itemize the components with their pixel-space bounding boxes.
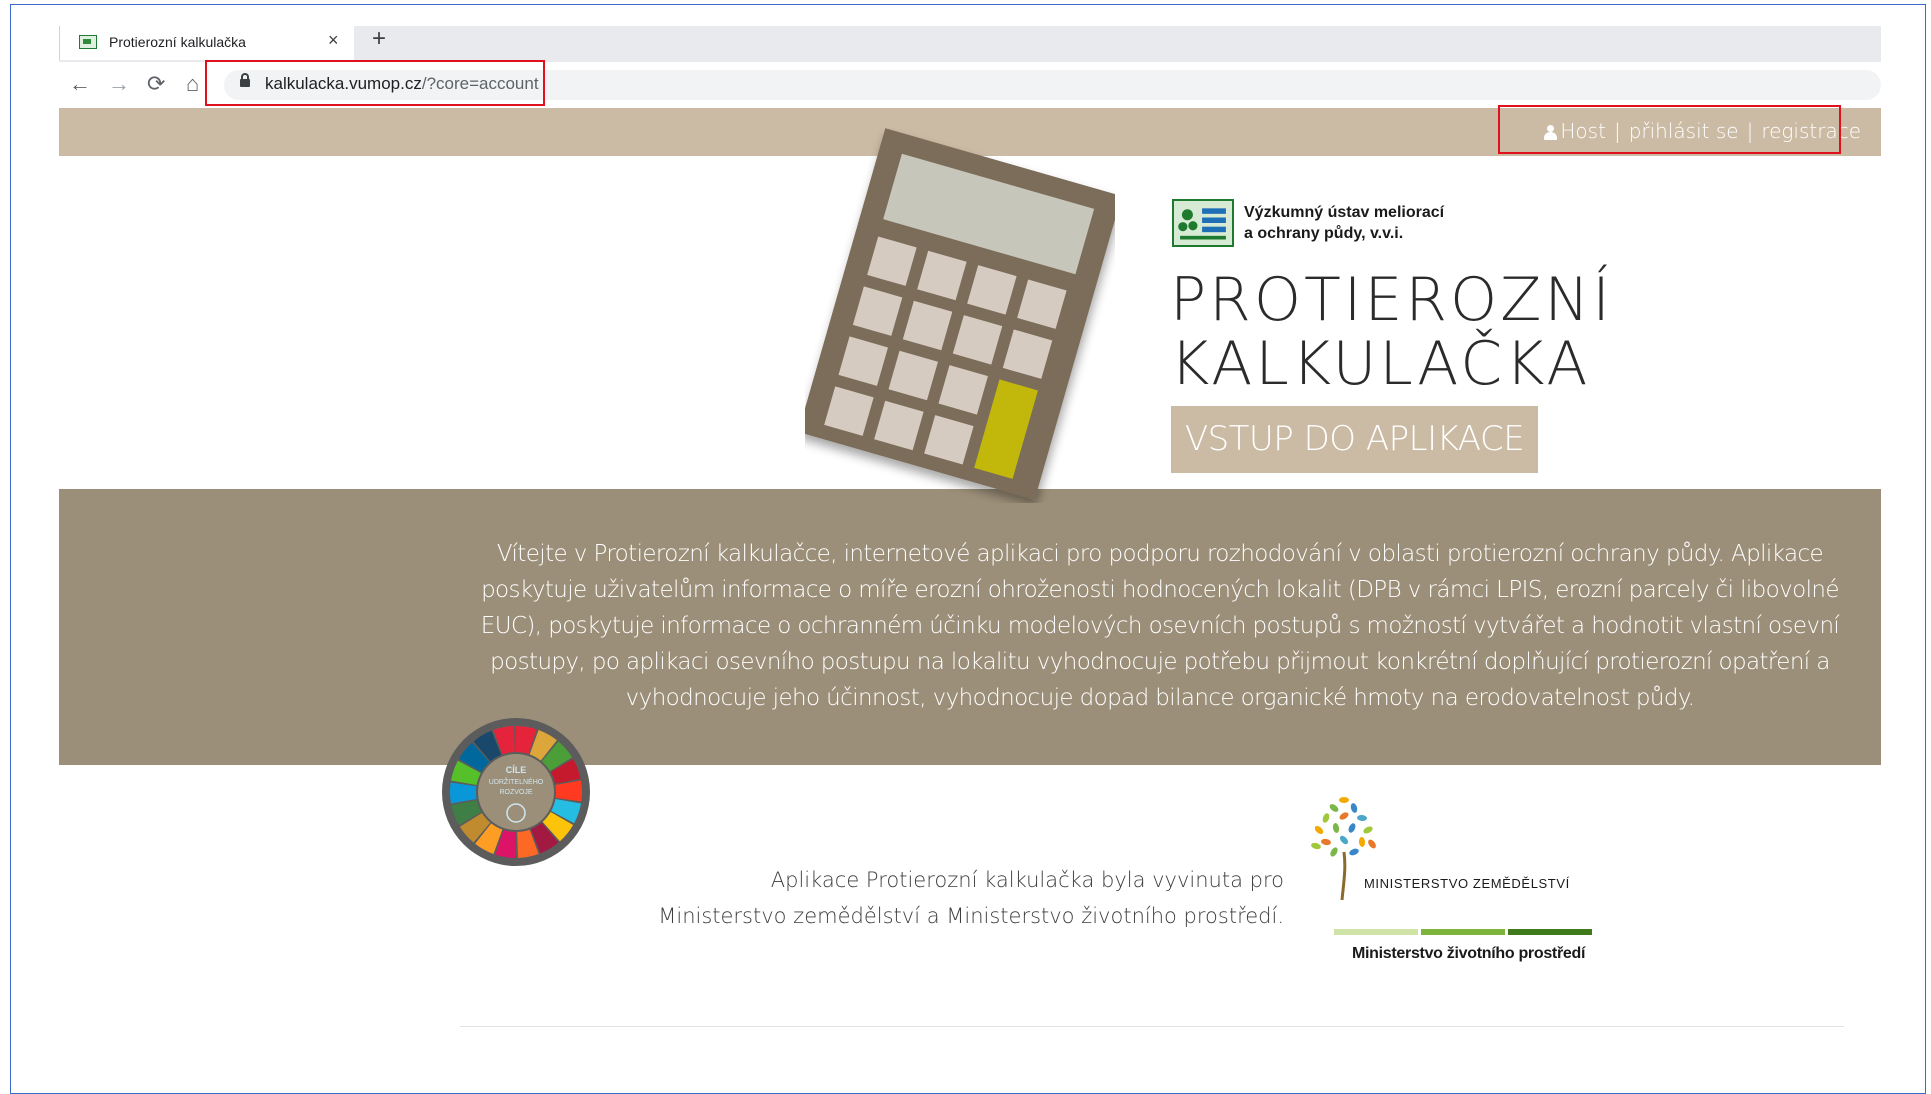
favicon-icon [79, 35, 97, 49]
leaf-shape [1329, 804, 1339, 812]
vumop-logo-icon [1172, 199, 1234, 247]
new-tab-button[interactable]: + [372, 25, 386, 53]
account-links-highlight-box [1498, 105, 1841, 154]
sdg-line2: UDRŽITELNÉHO [489, 777, 544, 786]
leaf-shape [1349, 848, 1359, 856]
calculator-illustration [805, 128, 1115, 500]
institute-name: Výzkumný ústav meliorací a ochrany půdy,… [1244, 202, 1444, 244]
leaf-shape [1348, 823, 1356, 833]
back-icon[interactable]: ← [69, 70, 91, 98]
institute-name-line1: Výzkumný ústav meliorací [1244, 204, 1445, 221]
sdg-line1: CÍLE [506, 765, 527, 775]
development-note-line1: Aplikace Protierozní kalkulačka byla vyv… [770, 868, 1284, 892]
development-note-line2: Ministerstvo zemědělství a Ministerstvo … [658, 904, 1284, 928]
tab-title: Protierozní kalkulačka [109, 34, 246, 50]
sdg-wheel-logo[interactable]: CÍLE UDRŽITELNÉHO ROZVOJE [441, 717, 591, 867]
home-icon[interactable]: ⌂ [186, 70, 199, 98]
leaf-shape [1357, 814, 1367, 822]
leaf-shape [1368, 839, 1376, 849]
title-line1: PROTIEROZNÍ [1170, 265, 1613, 335]
development-note: Aplikace Protierozní kalkulačka byla vyv… [560, 862, 1284, 934]
sdg-line3: ROZVOJE [499, 789, 532, 796]
close-tab-icon[interactable]: × [328, 30, 339, 51]
page-title: PROTIEROZNÍ KALKULAČKA [1170, 268, 1613, 396]
institute-name-line2: a ochrany půdy, v.v.i. [1244, 225, 1404, 242]
intro-text: Vítejte v Protierozní kalkulačce, intern… [480, 541, 1840, 711]
leaf-shape [1339, 797, 1349, 803]
leaf-shape [1339, 812, 1349, 820]
leaf-shape [1363, 826, 1373, 834]
leaf-shape [1332, 823, 1340, 833]
leaf-shape [1321, 838, 1331, 846]
leaf-shape [1350, 803, 1358, 813]
leaf-shape [1339, 835, 1349, 845]
leaf-shape [1330, 847, 1338, 857]
url-highlight-box [205, 60, 545, 106]
browser-tab[interactable]: Protierozní kalkulačka × [59, 26, 354, 60]
ministry-environment-logo-icon [1334, 929, 1592, 935]
leaf-shape [1322, 813, 1330, 823]
forward-icon[interactable]: → [108, 70, 130, 98]
enter-app-button[interactable]: VSTUP DO APLIKACE [1171, 406, 1538, 473]
ministry-environment-name: Ministerstvo životního prostředí [1352, 945, 1586, 962]
title-line2: KALKULAČKA [1170, 329, 1591, 399]
leaf-shape [1311, 842, 1321, 850]
footer-divider [460, 1026, 1844, 1027]
reload-icon[interactable]: ⟳ [147, 70, 165, 98]
leaf-shape [1358, 837, 1366, 847]
ministry-agriculture-name: MINISTERSTVO ZEMĚDĚLSTVÍ [1364, 876, 1570, 891]
leaf-shape [1314, 825, 1324, 835]
